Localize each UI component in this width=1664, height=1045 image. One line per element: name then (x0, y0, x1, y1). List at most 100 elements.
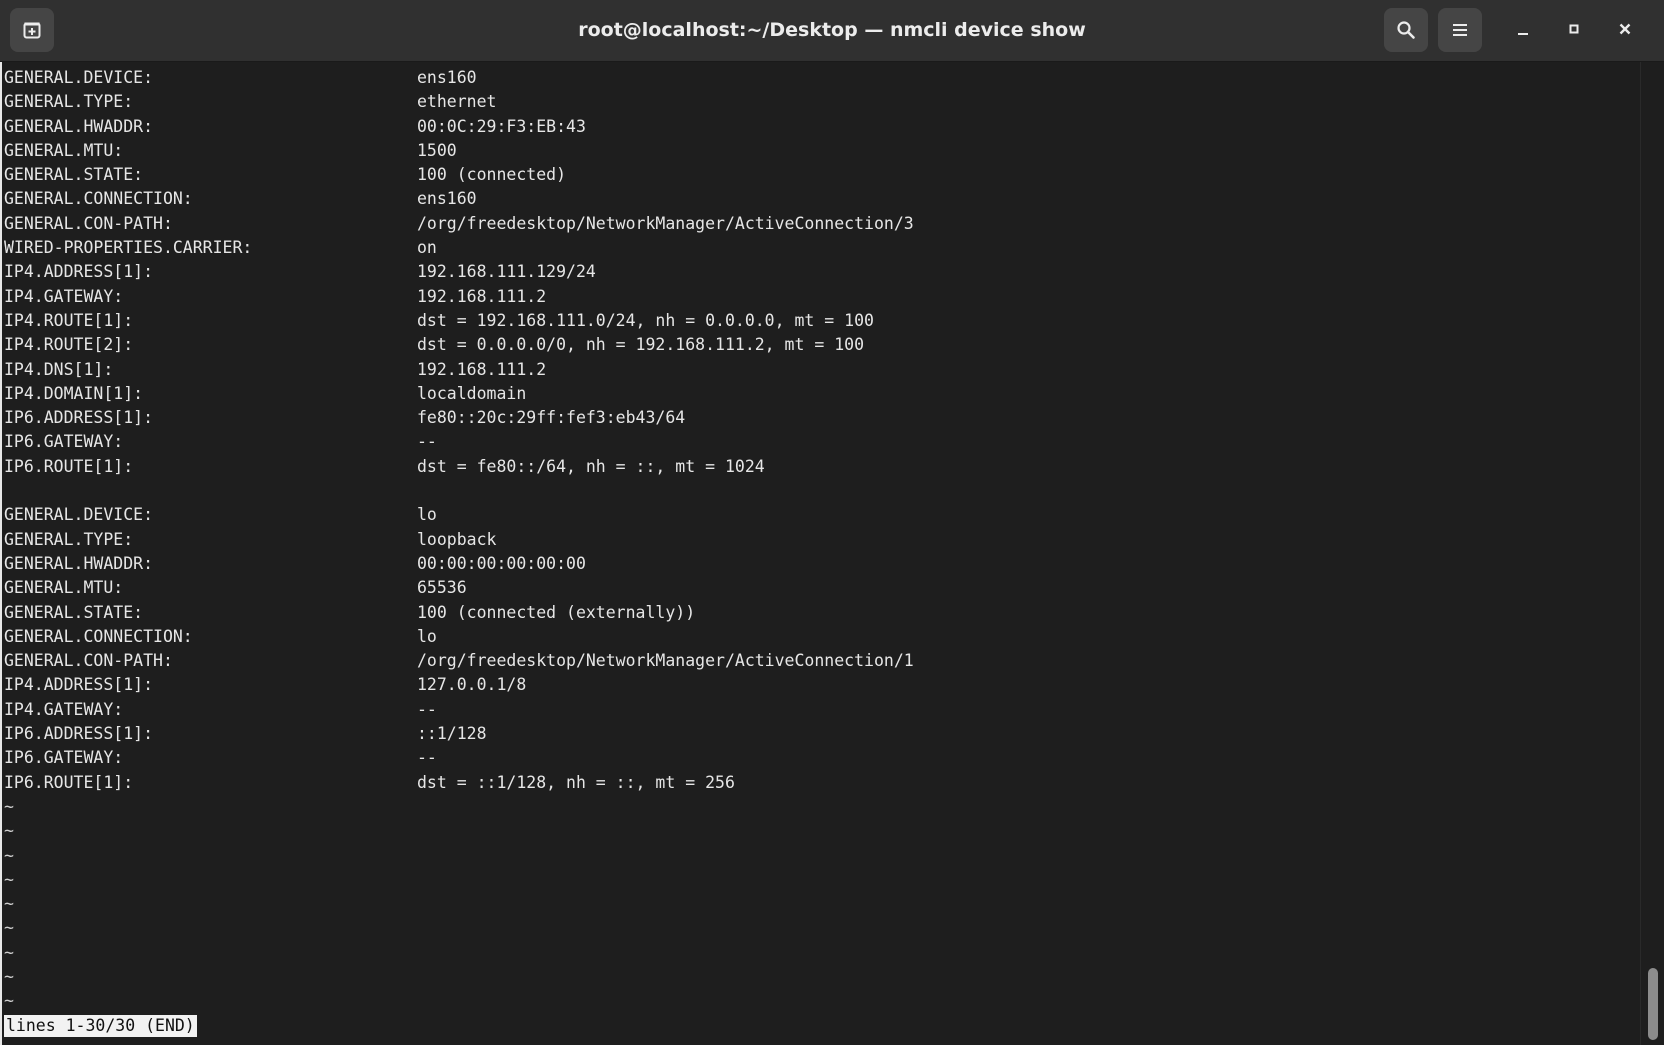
field-key: GENERAL.DEVICE: (4, 68, 154, 87)
field-value: lo (417, 505, 437, 525)
scrollbar-thumb[interactable] (1648, 968, 1658, 1040)
pager-filler-line: ~ (4, 894, 14, 914)
field-value: /org/freedesktop/NetworkManager/ActiveCo… (417, 213, 914, 233)
field-value: lo (417, 626, 437, 646)
field-value: 100 (connected (externally)) (417, 602, 696, 622)
field-value: 00:00:00:00:00:00 (417, 553, 586, 573)
field-key: IP4.DNS[1]: (4, 359, 114, 379)
device-field-row: GENERAL.CONNECTION: ens160 (4, 187, 477, 211)
field-value: ens160 (417, 68, 477, 87)
device-field-row: IP6.ROUTE[1]: dst = fe80::/64, nh = ::, m… (4, 455, 765, 479)
device-field-row: GENERAL.HWADDR: 00:0C:29:F3:EB:43 (4, 115, 586, 139)
field-value: 65536 (417, 578, 467, 598)
field-value: 192.168.111.2 (417, 286, 547, 306)
minimize-button[interactable] (1509, 16, 1537, 44)
field-key: GENERAL.CONNECTION: (4, 626, 193, 646)
field-value: 1500 (417, 140, 457, 160)
pager-filler-line: ~ (4, 845, 14, 865)
device-field-row: IP6.GATEWAY: -- (4, 746, 437, 770)
hamburger-menu-icon (1451, 21, 1469, 39)
device-field-row: GENERAL.STATE: 100 (connected) (4, 163, 566, 187)
field-key: WIRED-PROPERTIES.CARRIER: (4, 238, 253, 258)
device-field-row: GENERAL.DEVICE: ens160 (4, 66, 477, 90)
field-value: loopback (417, 529, 497, 549)
device-field-row: GENERAL.TYPE: loopback (4, 528, 496, 552)
field-key: GENERAL.HWADDR: (4, 116, 154, 136)
search-icon (1396, 20, 1416, 40)
device-field-row: IP6.ROUTE[1]: dst = ::1/128, nh = ::, mt … (4, 771, 735, 795)
field-value: -- (417, 432, 437, 452)
pager-filler-line: ~ (4, 991, 14, 1011)
field-key: IP4.ROUTE[2]: (4, 335, 134, 355)
new-tab-icon (22, 20, 42, 40)
field-value: ens160 (417, 189, 477, 209)
field-key: IP6.GATEWAY: (4, 432, 124, 452)
field-key: IP4.GATEWAY: (4, 699, 124, 719)
pager-status-line: lines 1-30/30 (END) (4, 1014, 197, 1038)
field-key: GENERAL.DEVICE: (4, 505, 154, 525)
device-field-row: GENERAL.CON-PATH: /org/freedesktop/Networ… (4, 649, 914, 673)
scrollbar[interactable] (1640, 62, 1664, 1045)
field-value: dst = ::1/128, nh = ::, mt = 256 (417, 772, 735, 792)
menu-button[interactable] (1438, 8, 1482, 52)
field-key: GENERAL.STATE: (4, 165, 144, 185)
field-value: 00:0C:29:F3:EB:43 (417, 116, 586, 136)
field-key: GENERAL.CONNECTION: (4, 189, 193, 209)
maximize-icon (1567, 21, 1581, 40)
field-key: GENERAL.MTU: (4, 578, 124, 598)
field-key: IP4.ADDRESS[1]: (4, 262, 154, 282)
device-field-row: GENERAL.TYPE: ethernet (4, 90, 496, 114)
field-key: IP6.ADDRESS[1]: (4, 724, 154, 744)
field-value: ethernet (417, 92, 497, 112)
pager-filler-line: ~ (4, 821, 14, 841)
pager-filler-line: ~ (4, 869, 14, 889)
pager-status: lines 1-30/30 (END) (4, 1014, 197, 1037)
device-field-row: GENERAL.CON-PATH: /org/freedesktop/Networ… (4, 212, 914, 236)
device-field-row: GENERAL.MTU: 65536 (4, 576, 467, 600)
close-button[interactable] (1611, 16, 1639, 44)
device-field-row: IP4.GATEWAY: -- (4, 698, 437, 722)
minimize-icon (1516, 21, 1530, 40)
field-value: 192.168.111.2 (417, 359, 547, 379)
device-field-row: IP6.ADDRESS[1]:::1/128 (4, 722, 487, 746)
device-field-row: IP4.ROUTE[1]: dst = 192.168.111.0/24, nh … (4, 309, 874, 333)
device-field-row: IP4.ROUTE[2]: dst = 0.0.0.0/0, nh = 192.1… (4, 333, 864, 357)
maximize-button[interactable] (1560, 16, 1588, 44)
pager-filler-line: ~ (4, 966, 14, 986)
field-value: -- (417, 699, 437, 719)
device-field-row: WIRED-PROPERTIES.CARRIER: on (4, 236, 437, 260)
field-key: IP6.GATEWAY: (4, 748, 124, 768)
device-field-row: GENERAL.MTU: 1500 (4, 139, 457, 163)
field-key: GENERAL.CON-PATH: (4, 213, 173, 233)
pager-filler-line: ~ (4, 942, 14, 962)
device-field-row: IP4.ADDRESS[1]: 192.168.111.129/24 (4, 260, 596, 284)
device-field-row: IP4.DNS[1]: 192.168.111.2 (4, 358, 546, 382)
field-key: GENERAL.TYPE: (4, 92, 134, 112)
field-key: GENERAL.HWADDR: (4, 553, 154, 573)
device-field-row: IP4.ADDRESS[1]: 127.0.0.1/8 (4, 673, 526, 697)
field-key: IP6.ADDRESS[1]: (4, 408, 154, 428)
field-value: dst = 192.168.111.0/24, nh = 0.0.0.0, mt… (417, 310, 874, 330)
new-tab-button[interactable] (10, 8, 54, 52)
pager-filler-line: ~ (4, 796, 14, 816)
field-value: 100 (connected) (417, 165, 567, 185)
search-button[interactable] (1384, 8, 1428, 52)
device-field-row: GENERAL.HWADDR: 00:00:00:00:00:00 (4, 552, 586, 576)
field-value: 127.0.0.1/8 (417, 675, 527, 695)
pager-filler-line: ~ (4, 918, 14, 938)
terminal-view[interactable]: GENERAL.DEVICE: ens160 GENERAL.TYPE: ethern… (0, 62, 1640, 1045)
device-field-row: IP4.DOMAIN[1]: localdomain (4, 382, 526, 406)
field-value: 192.168.111.129/24 (417, 262, 596, 282)
field-key: IP6.ROUTE[1]: (4, 456, 134, 476)
field-value: localdomain (417, 383, 527, 403)
device-field-row: IP6.ADDRESS[1]: fe80::20c:29ff:fef3:eb43/… (4, 406, 685, 430)
device-field-row: GENERAL.DEVICE: lo (4, 503, 437, 527)
field-value: fe80::20c:29ff:fef3:eb43/64 (417, 408, 686, 428)
field-value: dst = 0.0.0.0/0, nh = 192.168.111.2, mt … (417, 335, 865, 355)
field-key: IP4.DOMAIN[1]: (4, 383, 144, 403)
field-key: GENERAL.STATE: (4, 602, 144, 622)
field-value: -- (417, 748, 437, 768)
device-field-row: GENERAL.STATE: 100 (connected (externally… (4, 601, 695, 625)
device-field-row: IP4.GATEWAY: 192.168.111.2 (4, 285, 546, 309)
